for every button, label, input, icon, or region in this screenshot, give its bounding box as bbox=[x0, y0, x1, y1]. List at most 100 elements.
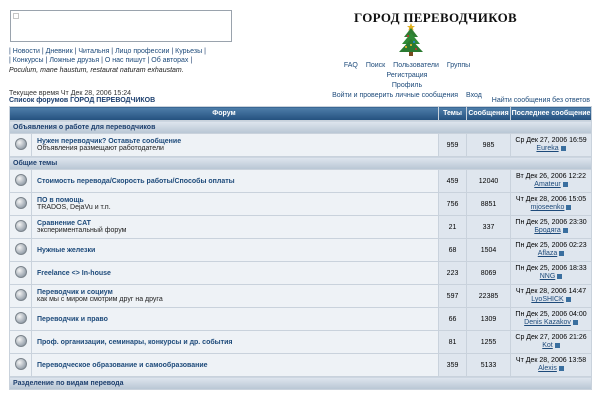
forum-status-icon bbox=[14, 289, 27, 301]
forum-title[interactable]: Freelance <> In-house bbox=[37, 270, 438, 277]
nav-link-false-friends[interactable]: Ложные друзья bbox=[49, 57, 99, 64]
view-last-post-icon[interactable] bbox=[558, 365, 564, 371]
forum-title[interactable]: Нужен переводчик? Оставьте сообщение bbox=[37, 138, 438, 145]
forum-row: Freelance <> In-house 223 8069 Пн Дек 25… bbox=[9, 261, 593, 285]
forum-description: TRADOS, DejaVu и т.п. bbox=[37, 204, 111, 211]
nav-profile[interactable]: Профиль bbox=[392, 82, 422, 89]
nav-link-diary[interactable]: Дневник bbox=[46, 48, 73, 55]
last-post-user[interactable]: Denis Kazakov bbox=[524, 319, 571, 326]
col-header-topics: Темы bbox=[438, 106, 468, 121]
forum-title[interactable]: Стоимость перевода/Скорость работы/Спосо… bbox=[37, 178, 438, 185]
unanswered-posts-link[interactable]: Найти сообщения без ответов bbox=[492, 97, 590, 104]
posts-count: 12040 bbox=[466, 169, 512, 193]
posts-count: 337 bbox=[466, 215, 512, 239]
last-post-user[interactable]: mjoseenko bbox=[531, 204, 565, 211]
view-last-post-icon[interactable] bbox=[557, 273, 563, 279]
last-post-date: Чт Дек 28, 2006 14:47 bbox=[515, 288, 587, 295]
posts-count: 8069 bbox=[466, 261, 512, 285]
nav-login[interactable]: Вход bbox=[466, 92, 482, 99]
view-last-post-icon[interactable] bbox=[560, 145, 566, 151]
nav-link-press[interactable]: О нас пишут bbox=[105, 57, 146, 64]
col-header-forum: Форум bbox=[8, 106, 440, 121]
nav-link-authors[interactable]: Об авторах bbox=[151, 57, 188, 64]
last-post-date: Чт Дек 28, 2006 13:58 bbox=[515, 357, 587, 364]
last-post-user[interactable]: Бродяга bbox=[534, 227, 560, 234]
forum-status-icon bbox=[14, 197, 27, 209]
view-last-post-icon[interactable] bbox=[559, 250, 565, 256]
nav-search[interactable]: Поиск bbox=[366, 62, 385, 69]
col-header-posts: Сообщения bbox=[466, 106, 512, 121]
last-post-date: Вт Дек 26, 2006 12:22 bbox=[516, 173, 586, 180]
posts-count: 5133 bbox=[466, 353, 512, 377]
site-title: ГОРОД ПЕРЕВОДЧИКОВ bbox=[354, 10, 517, 25]
last-post-date: Ср Дек 27, 2006 21:26 bbox=[515, 334, 587, 341]
last-post-date: Пн Дек 25, 2006 18:33 bbox=[515, 265, 587, 272]
last-post-user[interactable]: Amateur bbox=[534, 181, 560, 188]
category-translation-types[interactable]: Разделение по видам перевода bbox=[8, 376, 593, 390]
view-last-post-icon[interactable] bbox=[566, 204, 572, 210]
forum-title[interactable]: ПО в помощь bbox=[37, 197, 438, 204]
last-post-date: Ср Дек 27, 2006 16:59 bbox=[515, 137, 587, 144]
last-post-user[interactable]: Alexis bbox=[538, 365, 557, 372]
view-last-post-icon[interactable] bbox=[554, 342, 560, 348]
forum-row: Переводческое образование и самообразова… bbox=[9, 353, 593, 377]
last-post-user[interactable]: Eureka bbox=[536, 145, 558, 152]
last-post-date: Чт Дек 28, 2006 15:05 bbox=[515, 196, 587, 203]
nav-link-profession[interactable]: Лицо профессии bbox=[115, 48, 169, 55]
posts-count: 22385 bbox=[466, 284, 512, 308]
view-last-post-icon[interactable] bbox=[562, 181, 568, 187]
forum-title[interactable]: Нужные железки bbox=[37, 247, 438, 254]
topics-count: 81 bbox=[438, 330, 468, 354]
last-post-user[interactable]: NNG bbox=[540, 273, 556, 280]
forum-row: Проф. организации, семинары, конкурсы и … bbox=[9, 330, 593, 354]
last-post-user[interactable]: LyoSHICK bbox=[531, 296, 563, 303]
last-post-date: Пн Дек 25, 2006 02:23 bbox=[515, 242, 587, 249]
category-jobs[interactable]: Объявления о работе для переводчиков bbox=[8, 120, 593, 134]
topics-count: 597 bbox=[438, 284, 468, 308]
view-last-post-icon[interactable] bbox=[562, 227, 568, 233]
forum-status-icon bbox=[14, 266, 27, 278]
view-last-post-icon[interactable] bbox=[565, 296, 571, 302]
site-motto: Poculum, mane haustum, restaurat naturam… bbox=[9, 67, 184, 74]
forum-status-icon bbox=[14, 220, 27, 232]
nav-login-messages[interactable]: Войти и проверить личные сообщения bbox=[332, 92, 458, 99]
nav-faq[interactable]: FAQ bbox=[344, 62, 358, 69]
forum-title[interactable]: Переводческое образование и самообразова… bbox=[37, 362, 438, 369]
forum-title[interactable]: Проф. организации, семинары, конкурсы и … bbox=[37, 339, 438, 346]
topics-count: 959 bbox=[438, 133, 468, 157]
topics-count: 66 bbox=[438, 307, 468, 331]
broken-image-icon bbox=[13, 13, 19, 19]
header-banner-image[interactable] bbox=[10, 10, 232, 42]
topics-count: 21 bbox=[438, 215, 468, 239]
forum-title[interactable]: Переводчик и социум bbox=[37, 289, 438, 296]
forum-description: как мы с миром смотрим друг на друга bbox=[37, 296, 163, 303]
last-post-user[interactable]: Aflaza bbox=[538, 250, 557, 257]
nav-link-curiosities[interactable]: Курьезы bbox=[175, 48, 202, 55]
forum-row: Сравнение CAT экспериментальный форум 21 … bbox=[9, 215, 593, 239]
topics-count: 359 bbox=[438, 353, 468, 377]
forum-row: Стоимость перевода/Скорость работы/Спосо… bbox=[9, 169, 593, 193]
nav-link-contests[interactable]: Конкурсы bbox=[13, 57, 44, 64]
nav-users[interactable]: Пользователи bbox=[393, 62, 439, 69]
posts-count: 1309 bbox=[466, 307, 512, 331]
category-general[interactable]: Общие темы bbox=[8, 156, 593, 170]
nav-groups[interactable]: Группы bbox=[447, 62, 470, 69]
forum-status-icon bbox=[14, 174, 27, 186]
forum-title[interactable]: Переводчик и право bbox=[37, 316, 438, 323]
forum-title[interactable]: Сравнение CAT bbox=[37, 220, 438, 227]
forum-row: ПО в помощь TRADOS, DejaVu и т.п. 756 885… bbox=[9, 192, 593, 216]
forum-description: экспериментальный форум bbox=[37, 227, 127, 234]
breadcrumb[interactable]: Список форумов ГОРОД ПЕРЕВОДЧИКОВ bbox=[9, 97, 155, 104]
christmas-tree-logo bbox=[399, 23, 423, 56]
nav-link-reading[interactable]: Читальня bbox=[78, 48, 109, 55]
top-navigation: FAQ Поиск Пользователи Группы Регистраци… bbox=[322, 61, 492, 101]
posts-count: 1504 bbox=[466, 238, 512, 262]
view-last-post-icon[interactable] bbox=[572, 319, 578, 325]
last-post-date: Пн Дек 25, 2006 23:30 bbox=[515, 219, 587, 226]
col-header-last-post: Последнее сообщение bbox=[510, 106, 593, 121]
topics-count: 223 bbox=[438, 261, 468, 285]
last-post-user[interactable]: Kot bbox=[542, 342, 553, 349]
nav-register[interactable]: Регистрация bbox=[387, 72, 428, 79]
topics-count: 459 bbox=[438, 169, 468, 193]
nav-link-news[interactable]: Новости bbox=[13, 48, 40, 55]
